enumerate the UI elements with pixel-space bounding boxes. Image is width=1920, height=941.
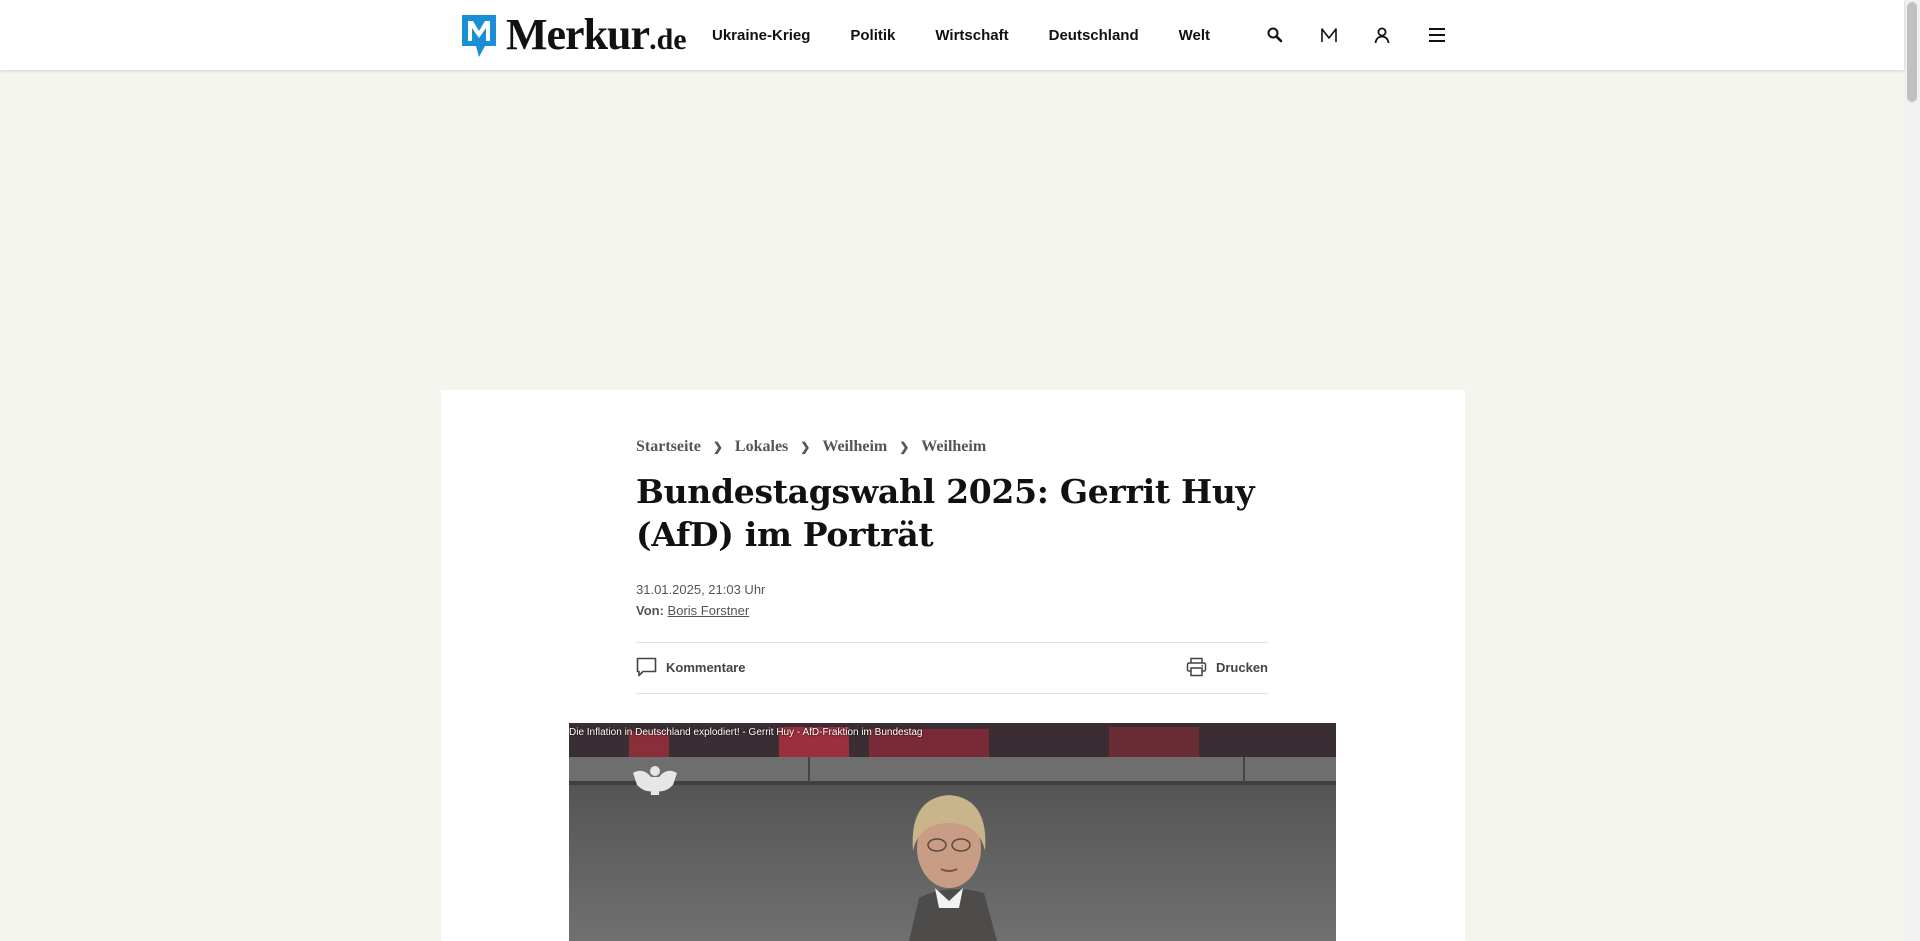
breadcrumb-separator: ❯: [800, 439, 811, 454]
breadcrumb: Startseite ❯ Lokales ❯ Weilheim ❯ Weilhe…: [636, 438, 986, 456]
video-thumbnail: [569, 723, 1336, 941]
nav-item-wirtschaft[interactable]: Wirtschaft: [935, 27, 1008, 44]
author-label: Von:: [636, 603, 664, 618]
comment-icon: [636, 657, 657, 677]
breadcrumb-item-weilheim-local[interactable]: Weilheim: [921, 438, 986, 456]
breadcrumb-separator: ❯: [899, 439, 910, 454]
account-button[interactable]: [1370, 23, 1394, 47]
article-byline: Von: Boris Forstner: [636, 603, 749, 618]
merkur-plus-icon: [1321, 28, 1337, 42]
printer-icon: [1186, 657, 1207, 677]
breadcrumb-separator: ❯: [712, 439, 723, 454]
print-label: Drucken: [1215, 659, 1268, 675]
nav-item-welt[interactable]: Welt: [1179, 27, 1210, 44]
merkur-logo-icon: [462, 15, 496, 57]
breadcrumb-item-lokales[interactable]: Lokales: [735, 438, 788, 456]
scrollbar-thumb[interactable]: [1907, 2, 1917, 102]
comments-button[interactable]: Kommentare: [636, 657, 745, 677]
page-scrollbar[interactable]: [1904, 0, 1920, 941]
breadcrumb-item-weilheim[interactable]: Weilheim: [822, 438, 887, 456]
menu-button[interactable]: [1425, 23, 1449, 47]
user-icon: [1374, 27, 1390, 44]
menu-icon: [1429, 28, 1445, 42]
article-toolbar: Kommentare Drucken: [636, 642, 1268, 694]
video-player[interactable]: Die Inflation in Deutschland explodiert!…: [569, 723, 1336, 941]
author-link[interactable]: Boris Forstner: [668, 603, 750, 618]
search-icon: [1267, 27, 1283, 43]
search-button[interactable]: [1263, 23, 1287, 47]
nav-item-ukraine-krieg[interactable]: Ukraine-Krieg: [712, 27, 810, 44]
print-button[interactable]: Drucken: [1186, 657, 1268, 677]
ad-slot: [0, 70, 1904, 390]
nav-item-politik[interactable]: Politik: [850, 27, 895, 44]
video-title: Die Inflation in Deutschland explodiert!…: [569, 727, 923, 738]
comments-label: Kommentare: [666, 659, 746, 675]
breadcrumb-item-startseite[interactable]: Startseite: [636, 438, 701, 456]
site-header: Merkur.de Ukraine-Krieg Politik Wirtscha…: [0, 0, 1904, 70]
merkur-plus-button[interactable]: [1317, 23, 1341, 47]
nav-item-deutschland[interactable]: Deutschland: [1049, 27, 1139, 44]
article-headline: Bundestagswahl 2025: Gerrit Huy (AfD) im…: [636, 472, 1255, 554]
main-nav: Ukraine-Krieg Politik Wirtschaft Deutsch…: [712, 0, 1250, 70]
site-logo[interactable]: Merkur.de: [459, 11, 687, 59]
article-date: 31.01.2025, 21:03 Uhr: [636, 582, 766, 597]
logo-wordmark: Merkur.de: [506, 10, 687, 59]
